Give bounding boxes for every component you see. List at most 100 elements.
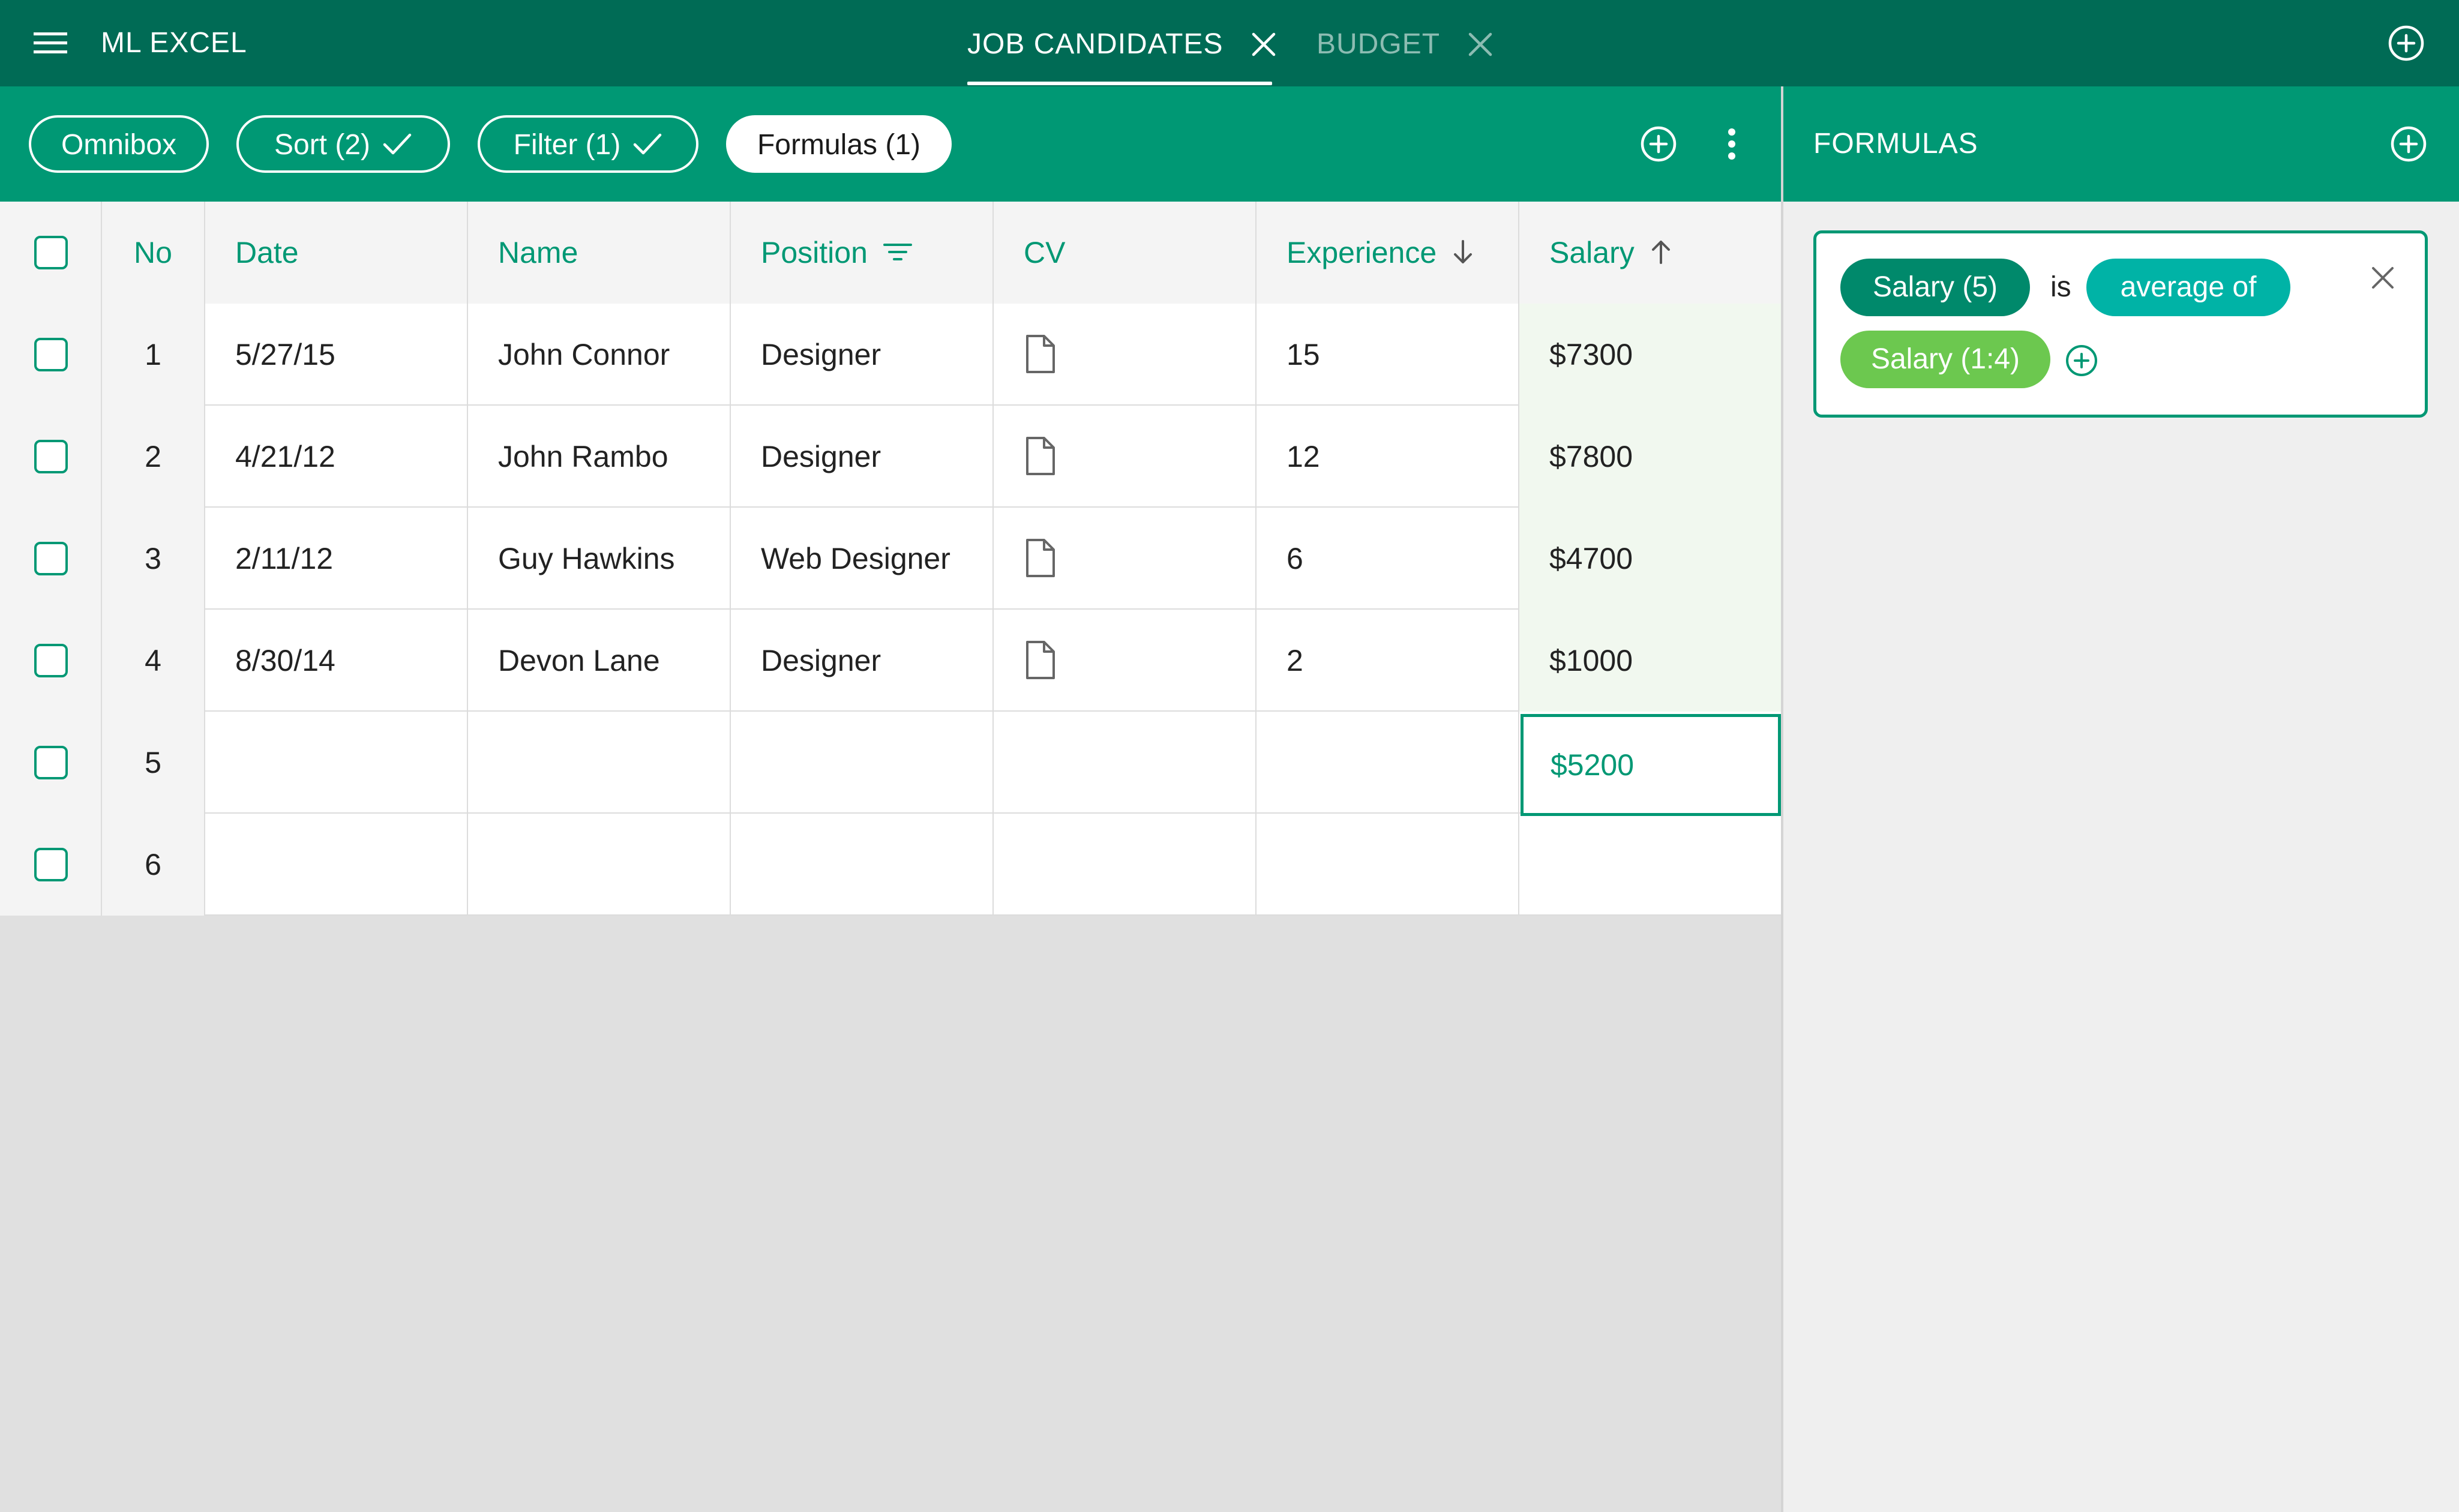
salary-cell[interactable]: $7300	[1519, 304, 1781, 406]
row-checkbox[interactable]	[34, 848, 68, 881]
cv-cell[interactable]	[994, 508, 1257, 610]
select-all-cell	[0, 202, 102, 304]
date-cell[interactable]: 2/11/12	[205, 508, 468, 610]
column-header-experience[interactable]: Experience	[1257, 202, 1519, 304]
column-header-label: CV	[1024, 236, 1066, 269]
name-cell[interactable]: John Connor	[468, 304, 731, 406]
experience-cell[interactable]: 12	[1257, 406, 1519, 508]
column-header-cv[interactable]: CV	[994, 202, 1257, 304]
sort-label: Sort (2)	[274, 129, 371, 161]
add-circle-icon[interactable]	[2387, 24, 2425, 62]
close-icon[interactable]	[1467, 31, 1494, 58]
cv-cell[interactable]	[994, 814, 1257, 916]
date-cell[interactable]: 8/30/14	[205, 610, 468, 712]
column-header-label: Date	[235, 236, 299, 269]
tab-job-candidates[interactable]: JOB CANDIDATES	[967, 18, 1278, 68]
position-cell[interactable]	[731, 814, 994, 916]
formula-target-chip[interactable]: Salary (5)	[1840, 259, 2030, 316]
cv-cell[interactable]	[994, 712, 1257, 814]
menu-icon[interactable]	[30, 26, 71, 60]
formulas-panel-header: FORMULAS	[1783, 86, 2459, 202]
cv-cell[interactable]	[994, 406, 1257, 508]
name-cell[interactable]: John Rambo	[468, 406, 731, 508]
close-icon[interactable]	[2368, 263, 2397, 292]
filter-lines-icon[interactable]	[883, 242, 912, 262]
salary-cell[interactable]: $7800	[1519, 406, 1781, 508]
date-cell[interactable]	[205, 814, 468, 916]
top-bar: ML EXCEL JOB CANDIDATES BUDGET	[0, 0, 2459, 86]
row-checkbox[interactable]	[34, 542, 68, 575]
app-title: ML EXCEL	[101, 27, 247, 59]
position-cell[interactable]: Web Designer	[731, 508, 994, 610]
name-cell[interactable]	[468, 814, 731, 916]
header-row: No Date Name Position CV Experience Sala…	[0, 202, 1781, 304]
cv-cell[interactable]	[994, 610, 1257, 712]
row-checkbox[interactable]	[34, 338, 68, 371]
name-cell[interactable]: Guy Hawkins	[468, 508, 731, 610]
column-header-no[interactable]: No	[102, 202, 205, 304]
salary-cell[interactable]	[1519, 814, 1781, 916]
formula-card[interactable]: Salary (5) is average of Salary (1:4)	[1813, 230, 2428, 418]
document-icon[interactable]	[1024, 640, 1057, 680]
filter-button[interactable]: Filter (1)	[478, 115, 698, 173]
column-header-position[interactable]: Position	[731, 202, 994, 304]
formulas-button[interactable]: Formulas (1)	[726, 115, 952, 173]
date-cell[interactable]: 4/21/12	[205, 406, 468, 508]
experience-cell[interactable]: 15	[1257, 304, 1519, 406]
name-cell[interactable]	[468, 712, 731, 814]
select-all-checkbox[interactable]	[34, 236, 68, 269]
add-circle-icon[interactable]	[2065, 344, 2098, 377]
position-cell[interactable]: Designer	[731, 406, 994, 508]
row-select-cell	[0, 508, 102, 610]
formula-operation-chip[interactable]: average of	[2086, 259, 2290, 316]
add-circle-icon[interactable]	[1639, 125, 1678, 163]
table-row: 3 2/11/12 Guy Hawkins Web Designer 6 $47…	[0, 508, 1781, 610]
document-icon[interactable]	[1024, 538, 1057, 578]
cv-cell[interactable]	[994, 304, 1257, 406]
tab-budget[interactable]: BUDGET	[1317, 18, 1494, 68]
close-icon[interactable]	[1250, 31, 1278, 58]
experience-cell[interactable]: 6	[1257, 508, 1519, 610]
row-checkbox[interactable]	[34, 644, 68, 677]
arrow-down-icon[interactable]	[1452, 239, 1474, 265]
column-header-name[interactable]: Name	[468, 202, 731, 304]
tab-label: BUDGET	[1317, 28, 1441, 61]
active-tab-indicator	[967, 82, 1272, 85]
position-cell[interactable]	[731, 712, 994, 814]
row-number: 1	[102, 304, 205, 406]
formula-range-chip[interactable]: Salary (1:4)	[1840, 331, 2050, 388]
row-checkbox[interactable]	[34, 746, 68, 779]
formula-connector: is	[2050, 271, 2071, 303]
document-icon[interactable]	[1024, 334, 1057, 374]
column-header-date[interactable]: Date	[205, 202, 468, 304]
more-vert-icon[interactable]	[1716, 125, 1747, 163]
column-header-salary[interactable]: Salary	[1519, 202, 1781, 304]
document-icon[interactable]	[1024, 436, 1057, 476]
arrow-up-icon[interactable]	[1650, 239, 1672, 265]
check-icon	[383, 134, 412, 155]
table-row: 6	[0, 814, 1781, 916]
row-checkbox[interactable]	[34, 440, 68, 473]
column-header-label: Salary	[1549, 236, 1635, 269]
date-cell[interactable]	[205, 712, 468, 814]
row-select-cell	[0, 304, 102, 406]
omnibox-button[interactable]: Omnibox	[29, 115, 209, 173]
row-number: 5	[102, 712, 205, 814]
salary-cell[interactable]: $1000	[1519, 610, 1781, 712]
omnibox-label: Omnibox	[61, 129, 177, 161]
experience-cell[interactable]: 2	[1257, 610, 1519, 712]
sort-button[interactable]: Sort (2)	[236, 115, 450, 173]
name-cell[interactable]: Devon Lane	[468, 610, 731, 712]
salary-cell[interactable]: $4700	[1519, 508, 1781, 610]
date-cell[interactable]: 5/27/15	[205, 304, 468, 406]
add-circle-icon[interactable]	[2389, 125, 2428, 163]
experience-cell[interactable]	[1257, 814, 1519, 916]
position-cell[interactable]: Designer	[731, 304, 994, 406]
position-cell[interactable]: Designer	[731, 610, 994, 712]
row-number: 6	[102, 814, 205, 916]
table-row: 5	[0, 712, 1781, 814]
experience-cell[interactable]	[1257, 712, 1519, 814]
check-icon	[634, 134, 662, 155]
row-select-cell	[0, 406, 102, 508]
selected-salary-cell[interactable]: $5200	[1521, 714, 1781, 816]
